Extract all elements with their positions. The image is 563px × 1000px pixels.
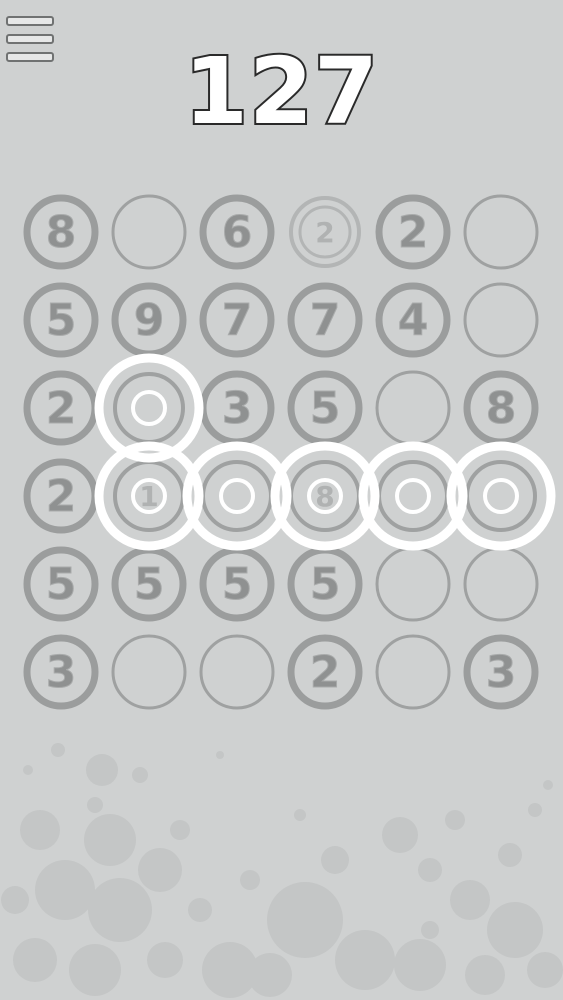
game-screen: 1 2 7 8 6 2 2 5 9 7 7 4 2 3 5 8 2 1 8 5 5 5 5 3 2 3 [0,0,563,1000]
cell-number: 8 [46,207,77,258]
cell-number: 2 [46,383,77,434]
board-cell-r2-c3[interactable]: 7 [199,282,275,358]
board-cell-r6-c2[interactable] [111,634,187,710]
board-cell-r4-c4[interactable]: 8 [289,460,361,532]
cell-number: 2 [310,647,341,698]
board-cell-r1-c5[interactable]: 2 [375,194,451,270]
cell-ring [375,546,451,622]
board-cell-r4-c5[interactable] [377,460,449,532]
board-cell-r5-c6[interactable] [463,546,539,622]
cell-number: 5 [46,559,77,610]
board-cell-r3-c1[interactable]: 2 [23,370,99,446]
board-cell-r6-c6[interactable]: 3 [463,634,539,710]
cell-number: 5 [222,559,253,610]
board-cell-r3-c3[interactable]: 3 [199,370,275,446]
board-cell-r6-c1[interactable]: 3 [23,634,99,710]
board-cell-r2-c4[interactable]: 7 [287,282,363,358]
board-cell-r5-c2[interactable]: 5 [111,546,187,622]
board-cell-r3-c5[interactable] [375,370,451,446]
board-cell-r1-c4[interactable]: 2 [289,196,361,268]
board-cell-r3-c2[interactable] [113,372,185,444]
selection-inner-ring [131,390,167,426]
selection-inner-ring [219,478,255,514]
board-cell-r5-c4[interactable]: 5 [287,546,363,622]
cell-ring [375,634,451,710]
cell-number: 2 [46,471,77,522]
board-cell-r6-c5[interactable] [375,634,451,710]
board-cell-r5-c3[interactable]: 5 [199,546,275,622]
cell-number: 1 [139,480,158,513]
board-cell-r5-c5[interactable] [375,546,451,622]
board-cell-r3-c4[interactable]: 5 [287,370,363,446]
cell-ring [463,282,539,358]
cell-number: 3 [222,383,253,434]
board-cell-r2-c6[interactable] [463,282,539,358]
board-cell-r5-c1[interactable]: 5 [23,546,99,622]
paint-splatter-background [1,743,563,998]
cell-number: 9 [134,295,165,346]
selection-inner-ring [395,478,431,514]
cell-number: 8 [315,480,334,513]
cell-number: 5 [134,559,165,610]
cell-number: 5 [310,559,341,610]
cell-number: 5 [310,383,341,434]
board-cell-r4-c3[interactable] [201,460,273,532]
board-cell-r2-c1[interactable]: 5 [23,282,99,358]
cell-ring [465,460,537,532]
board-cell-r2-c2[interactable]: 9 [111,282,187,358]
board-cell-r1-c3[interactable]: 6 [199,194,275,270]
cell-number: 6 [222,207,253,258]
cell-number: 7 [222,295,253,346]
board-cell-r6-c4[interactable]: 2 [287,634,363,710]
cell-number: 2 [315,216,334,249]
cell-number: 7 [310,295,341,346]
cell-number: 2 [398,207,429,258]
cell-ring [377,460,449,532]
cell-ring [199,634,275,710]
cell-ring [111,634,187,710]
cell-ring [113,372,185,444]
cell-ring [375,370,451,446]
board-cell-r6-c3[interactable] [199,634,275,710]
cell-number: 5 [46,295,77,346]
cell-number: 4 [398,295,429,346]
board-cell-r4-c2[interactable]: 1 [113,460,185,532]
cell-ring [463,194,539,270]
cell-number: 8 [486,383,517,434]
board-cell-r4-c6[interactable] [465,460,537,532]
board-cell-r3-c6[interactable]: 8 [463,370,539,446]
board-cell-r1-c1[interactable]: 8 [23,194,99,270]
board-cell-r4-c1[interactable]: 2 [23,458,99,534]
cell-ring [111,194,187,270]
game-board: 8 6 2 2 5 9 7 7 4 2 3 5 8 2 1 8 5 5 5 5 3 2 3 [23,194,556,710]
board-cell-r1-c2[interactable] [111,194,187,270]
cell-ring [201,460,273,532]
cell-number: 3 [486,647,517,698]
cell-number: 3 [46,647,77,698]
selection-inner-ring [483,478,519,514]
cell-ring [463,546,539,622]
board-cell-r2-c5[interactable]: 4 [375,282,451,358]
board-cell-r1-c6[interactable] [463,194,539,270]
